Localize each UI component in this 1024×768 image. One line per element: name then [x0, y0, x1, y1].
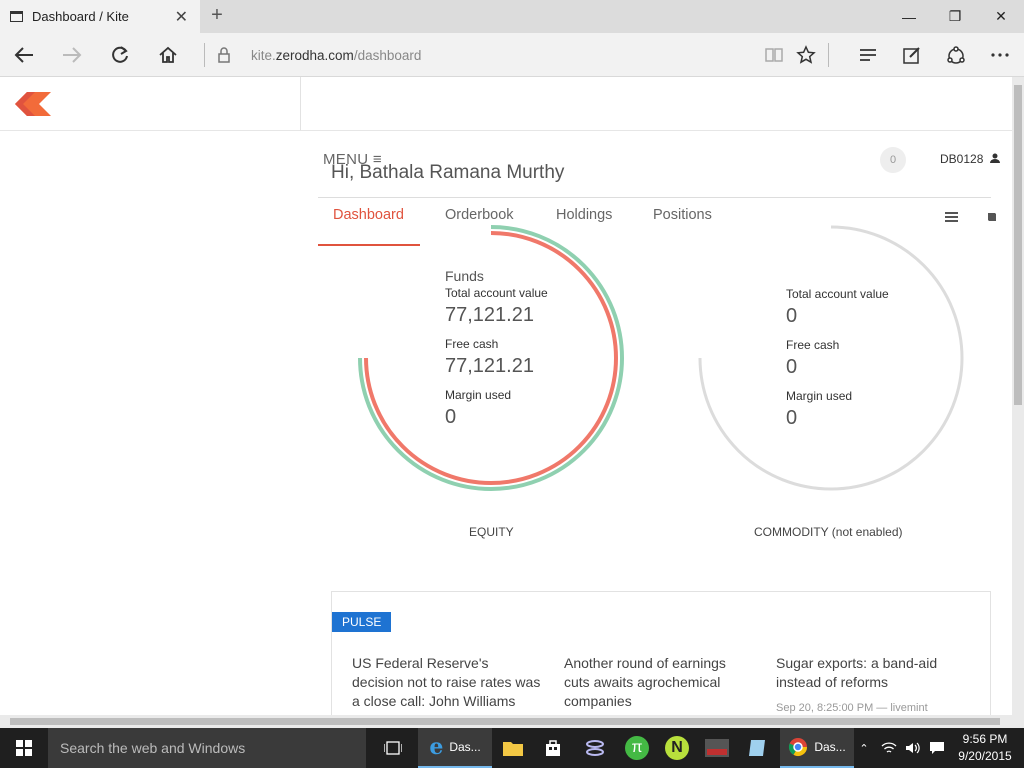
scroll-thumb[interactable]	[1014, 85, 1022, 405]
commodity-total-label: Total account value	[786, 287, 889, 301]
news-item[interactable]: US Federal Reserve's decision not to rai…	[352, 654, 542, 711]
header-divider	[301, 130, 1012, 131]
commodity-margin-label: Margin used	[786, 389, 853, 403]
store-icon[interactable]	[536, 728, 570, 768]
user-icon	[989, 153, 1000, 163]
commodity-margin-value: 0	[786, 407, 798, 429]
reading-view-icon[interactable]	[758, 39, 790, 71]
home-icon[interactable]	[152, 39, 184, 71]
windows-logo-icon	[16, 740, 32, 756]
task-view-icon[interactable]	[374, 728, 412, 768]
show-hidden-icons[interactable]: ⌃	[854, 728, 874, 768]
edge-label: Das...	[449, 740, 481, 754]
lock-icon	[218, 47, 230, 63]
scroll-thumb[interactable]	[10, 718, 1000, 725]
system-clock[interactable]: 9:56 PM 9/20/2015	[950, 731, 1020, 765]
logo-panel	[0, 77, 301, 131]
start-button[interactable]	[0, 728, 48, 768]
url-text: kite.zerodha.com/dashboard	[251, 47, 422, 63]
user-id: DB0128	[940, 152, 984, 166]
greeting: Hi, Bathala Ramana Murthy	[331, 162, 565, 183]
edge-icon: e	[429, 734, 444, 760]
funds-title: Funds	[445, 268, 484, 284]
commodity-free-cash-label: Free cash	[786, 338, 840, 352]
address-bar[interactable]: kite.zerodha.com/dashboard	[207, 41, 827, 69]
chrome-icon	[789, 738, 808, 757]
minimize-icon[interactable]: —	[886, 0, 932, 33]
notification-badge[interactable]: 0	[880, 147, 906, 173]
notes-app-icon[interactable]	[740, 728, 774, 768]
browser-navbar: kite.zerodha.com/dashboard	[0, 33, 1024, 77]
hub-icon[interactable]	[852, 39, 884, 71]
commodity-free-cash-value: 0	[786, 356, 798, 378]
equity-free-cash-label: Free cash	[445, 337, 499, 351]
media-app-icon[interactable]	[700, 728, 734, 768]
taskbar-search[interactable]: Search the web and Windows	[48, 728, 366, 768]
new-tab-icon[interactable]: +	[207, 4, 227, 27]
wifi-icon[interactable]	[878, 728, 900, 768]
user-menu[interactable]: DB0128	[940, 152, 1000, 166]
equity-free-cash-value: 77,121.21	[445, 355, 534, 377]
horizontal-scrollbar[interactable]	[0, 715, 1024, 728]
tab-title: Dashboard / Kite	[32, 9, 129, 24]
back-icon[interactable]	[8, 39, 40, 71]
page-icon	[10, 11, 23, 22]
news-meta: Sep 20, 8:25:00 PM — livemint	[776, 702, 928, 714]
web-page: MENU ≡ Hi, Bathala Ramana Murthy 0 DB012…	[0, 77, 1012, 715]
web-note-icon[interactable]	[896, 39, 928, 71]
equity-total-label: Total account value	[445, 286, 548, 300]
taskbar-edge[interactable]: e Das...	[418, 728, 492, 768]
browser-tab[interactable]: Dashboard / Kite ✕	[0, 0, 200, 33]
pi-app-icon[interactable]: π	[620, 728, 654, 768]
commodity-funds: Total account value 0 Free cash 0 Margin…	[786, 287, 889, 440]
close-tab-icon[interactable]: ✕	[175, 7, 188, 27]
windows-taskbar: Search the web and Windows e Das... π N …	[0, 728, 1024, 768]
app-icon[interactable]	[578, 728, 612, 768]
chrome-label: Das...	[814, 740, 846, 754]
clock-date: 9/20/2015	[958, 749, 1012, 763]
vertical-scrollbar[interactable]	[1012, 77, 1024, 715]
equity-funds: Funds Total account value 77,121.21 Free…	[445, 268, 548, 439]
equity-margin-value: 0	[445, 406, 457, 428]
favorite-star-icon[interactable]	[790, 39, 822, 71]
book-icon[interactable]	[987, 212, 997, 222]
clock-time: 9:56 PM	[962, 732, 1008, 746]
pulse-panel: PULSE US Federal Reserve's decision not …	[331, 591, 991, 715]
commodity-total-value: 0	[786, 305, 798, 327]
volume-icon[interactable]	[902, 728, 924, 768]
forward-icon[interactable]	[56, 39, 88, 71]
equity-margin-label: Margin used	[445, 388, 512, 402]
taskbar-chrome[interactable]: Das...	[780, 728, 854, 768]
equity-segment-label: EQUITY	[469, 525, 514, 539]
restore-icon[interactable]: ❐	[932, 0, 978, 33]
pulse-badge: PULSE	[332, 612, 392, 632]
n-app-icon[interactable]: N	[660, 728, 694, 768]
more-icon[interactable]	[984, 39, 1016, 71]
commodity-segment-label: COMMODITY (not enabled)	[754, 525, 903, 539]
action-center-icon[interactable]	[926, 728, 948, 768]
divider	[828, 43, 829, 67]
news-item[interactable]: Sugar exports: a band-aid instead of ref…	[776, 654, 966, 692]
file-explorer-icon[interactable]	[496, 728, 530, 768]
browser-titlebar: Dashboard / Kite ✕ + — ❐ ✕	[0, 0, 1024, 33]
refresh-icon[interactable]	[104, 39, 136, 71]
divider	[204, 43, 205, 67]
kite-logo-icon[interactable]	[15, 92, 51, 116]
window-close-icon[interactable]: ✕	[978, 0, 1024, 33]
share-icon[interactable]	[940, 39, 972, 71]
news-item[interactable]: Another round of earnings cuts awaits ag…	[564, 654, 754, 711]
equity-total-value: 77,121.21	[445, 304, 534, 326]
